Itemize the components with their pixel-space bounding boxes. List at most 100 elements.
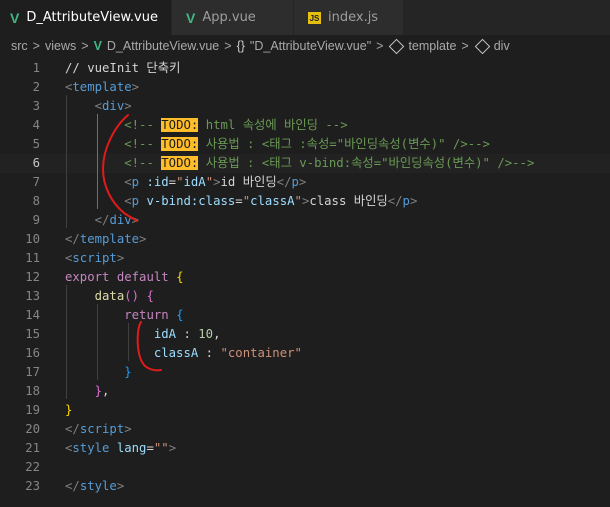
code-line[interactable]: 9 </div>	[0, 211, 610, 230]
line-number: 7	[32, 175, 40, 189]
code-line[interactable]: 7 <p :id="idA">id 바인딩</p>	[0, 173, 610, 192]
line-number: 3	[32, 99, 40, 113]
code-token: :id	[146, 175, 169, 189]
indent-guide	[66, 285, 67, 399]
code-token: >	[131, 80, 140, 94]
code-line[interactable]: 6 <!-- TODO: 사용법 : <태그 v-bind:속성="바인딩속성(…	[0, 154, 610, 173]
code-line[interactable]: 8 <p v-bind:class="classA">class 바인딩</p>	[0, 192, 610, 211]
tab-bar-empty-area	[404, 0, 610, 35]
code-line[interactable]: 17 }	[0, 363, 610, 382]
code-token: "	[242, 194, 251, 208]
code-token: >	[168, 441, 177, 455]
code-token: default	[116, 270, 169, 284]
todo-highlight: TODO:	[161, 156, 199, 170]
code-token: </	[94, 213, 110, 227]
code-token: >	[116, 251, 125, 265]
code-token: {	[176, 270, 184, 284]
code-line[interactable]: 21 <style lang="">	[0, 439, 610, 458]
code-token: div	[102, 99, 125, 113]
code-token: </	[387, 194, 403, 208]
code-line[interactable]: 4 <!-- TODO: html 속성에 바인딩 -->	[0, 116, 610, 135]
code-line[interactable]: 23 </style>	[0, 477, 610, 496]
indent-guide	[66, 95, 67, 228]
code-text: <!-- TODO: 사용법 : <태그 v-bind:속성="바인딩속성(변수…	[65, 154, 534, 173]
breadcrumb-views[interactable]: views	[45, 39, 76, 53]
chevron-right-icon: >	[32, 39, 40, 53]
code-editor[interactable]: 23 </style> 22 21 <style lang=""> 20 </script>…	[0, 57, 610, 507]
tab-index-js[interactable]: JS index.js	[294, 0, 404, 35]
code-text: <!-- TODO: html 속성에 바인딩 -->	[65, 116, 348, 135]
line-number: 11	[25, 251, 40, 265]
code-line[interactable]: 3 <div>	[0, 97, 610, 116]
line-number: 6	[32, 156, 40, 170]
line-number: 20	[25, 422, 40, 436]
breadcrumb-src[interactable]: src	[11, 39, 28, 53]
tab-d-attributeview[interactable]: V D_AttributeView.vue	[0, 0, 172, 35]
code-token: <	[124, 194, 132, 208]
code-line[interactable]: 15 idA : 10,	[0, 325, 610, 344]
breadcrumb-div[interactable]: div	[494, 39, 510, 53]
breadcrumb-component[interactable]: "D_AttributeView.vue"	[250, 39, 371, 53]
todo-highlight: TODO:	[161, 137, 199, 151]
code-token: </	[276, 175, 292, 189]
code-text: return {	[65, 306, 183, 325]
code-line[interactable]: 11 <script>	[0, 249, 610, 268]
code-token: lang	[116, 441, 147, 455]
code-line[interactable]: 16 classA : "container"	[0, 344, 610, 363]
code-token: // vueInit 단축키	[65, 61, 181, 75]
code-line[interactable]: 5 <!-- TODO: 사용법 : <태그 :속성="바인딩속성(변수)" /…	[0, 135, 610, 154]
code-text: </style>	[65, 477, 124, 496]
code-token: ()	[124, 289, 140, 303]
code-line[interactable]: 19}	[0, 401, 610, 420]
line-number: 10	[25, 232, 40, 246]
line-number: 21	[25, 441, 40, 455]
code-text: <style lang="">	[65, 439, 176, 458]
code-line[interactable]: 12 export default {	[0, 268, 610, 287]
code-token: idA	[183, 175, 206, 189]
code-token: <	[124, 175, 132, 189]
code-text: classA : "container"	[65, 344, 302, 363]
code-token: html 속성에 바인딩 -->	[198, 118, 348, 132]
code-line[interactable]: 10 </template>	[0, 230, 610, 249]
indent-guide	[97, 114, 98, 209]
code-text: <div>	[65, 97, 132, 116]
code-line[interactable]: 18 },	[0, 382, 610, 401]
code-line[interactable]: 14 return {	[0, 306, 610, 325]
code-text: </div>	[65, 211, 139, 230]
code-token: p	[131, 194, 140, 208]
todo-highlight: TODO:	[161, 118, 199, 132]
code-token: ,	[213, 327, 221, 341]
code-token: <!--	[124, 137, 162, 151]
code-text: // vueInit 단축키	[65, 59, 180, 78]
breadcrumb-template[interactable]: template	[408, 39, 456, 53]
tab-app-vue[interactable]: V App.vue	[172, 0, 294, 35]
code-line[interactable]: 1 // vueInit 단축키	[0, 59, 610, 78]
code-token: 10	[198, 327, 214, 341]
code-token: export	[65, 270, 110, 284]
code-token: idA	[153, 327, 177, 341]
code-text: }	[65, 363, 131, 382]
code-line[interactable]: 22	[0, 458, 610, 477]
code-token: >	[409, 194, 418, 208]
breadcrumb-file[interactable]: D_AttributeView.vue	[107, 39, 219, 53]
code-text: <p v-bind:class="classA">class 바인딩</p>	[65, 192, 417, 211]
code-line[interactable]: 20 </script>	[0, 420, 610, 439]
code-line[interactable]: 13 data() {	[0, 287, 610, 306]
code-token: style	[79, 479, 117, 493]
line-number: 13	[25, 289, 40, 303]
tab-label: D_AttributeView.vue	[26, 10, 158, 25]
code-line[interactable]: 2 <template>	[0, 78, 610, 97]
vue-file-icon: V	[93, 39, 102, 53]
code-token: script	[72, 251, 117, 265]
breadcrumb: src > views > V D_AttributeView.vue > {}…	[0, 35, 610, 57]
line-number: 2	[32, 80, 40, 94]
chevron-right-icon: >	[81, 39, 89, 53]
line-number: 19	[25, 403, 40, 417]
